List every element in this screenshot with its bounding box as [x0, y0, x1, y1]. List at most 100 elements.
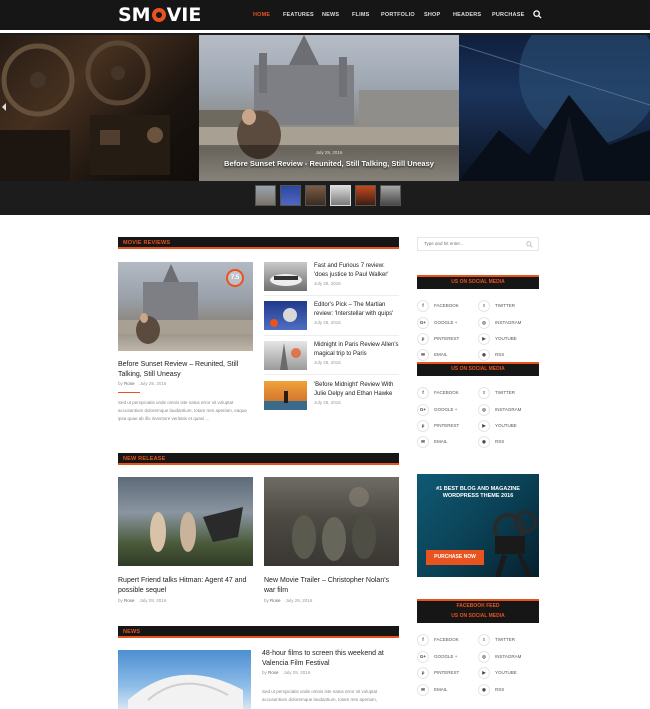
slider-thumb-3[interactable] [305, 185, 326, 206]
widget-subtitle: US ON SOCIAL MEDIA [451, 613, 505, 619]
social-label: FACEBOOK [434, 390, 459, 395]
review-date-2: July 29, 2016 [314, 320, 341, 325]
nav-features[interactable]: FEATURES [283, 12, 314, 18]
top-navigation-bar: SM VIE HOME FEATURES NEWS FLIMS PORTFOLIO… [0, 0, 650, 30]
slide-film-projector[interactable] [0, 35, 199, 181]
email-icon: ✉ [417, 436, 429, 448]
email-icon: ✉ [417, 684, 429, 696]
new-release-meta-2: by Rose July 29, 2016 [264, 598, 313, 603]
hero-slider: July 29, 2016 Before Sunset Review - Reu… [0, 33, 650, 215]
purchase-now-button[interactable]: PURCHASE NOW [426, 550, 484, 565]
section-title: NEW RELEASE [123, 456, 166, 462]
search-icon[interactable] [526, 241, 533, 248]
author-name[interactable]: Rose [268, 670, 279, 675]
meta-divider [118, 392, 140, 393]
nav-headers[interactable]: HEADERS [453, 12, 481, 18]
review-date-3: July 29, 2016 [314, 360, 341, 365]
nav-flims[interactable]: FLIMS [352, 12, 370, 18]
featured-review-title[interactable]: Before Sunset Review – Reunited, Still T… [118, 360, 253, 380]
nav-news[interactable]: NEWS [322, 12, 339, 18]
review-title-1[interactable]: Fast and Furious 7 review: 'does justice… [314, 262, 399, 280]
slider-thumb-1[interactable] [255, 185, 276, 206]
news-image[interactable] [118, 650, 251, 709]
review-title-2[interactable]: Editor's Pick – The Martian review: 'Int… [314, 301, 399, 319]
search-icon[interactable] [533, 10, 542, 19]
slider-thumb-6[interactable] [380, 185, 401, 206]
instagram-icon: ◎ [478, 651, 490, 663]
new-release-image-2[interactable] [264, 477, 399, 566]
post-date: July 29, 2016 [139, 381, 167, 386]
social-label: FACEBOOK [434, 303, 459, 308]
post-date: July 29, 2016 [139, 598, 167, 603]
youtube-icon: ▶ [478, 420, 490, 432]
pinterest-icon: p [417, 420, 429, 432]
slider-thumb-2[interactable] [280, 185, 301, 206]
news-title[interactable]: 48-hour films to screen this weekend at … [262, 649, 399, 669]
news-excerpt: Sed ut perspiciatis unde omnis iste natu… [262, 689, 378, 702]
social-label: INSTAGRAM [495, 654, 522, 659]
nav-portfolio[interactable]: PORTFOLIO [381, 12, 415, 18]
section-title: NEWS [123, 629, 141, 635]
review-title-3[interactable]: Midnight in Paris Review Allen's magical… [314, 341, 399, 359]
featured-review-excerpt: Sed ut perspiciatis unde omnis iste natu… [118, 400, 247, 421]
logo-text-left: SM [118, 4, 151, 26]
slider-thumb-5[interactable] [355, 185, 376, 206]
film-reel-icon [151, 8, 166, 22]
rss-icon: ◉ [478, 436, 490, 448]
slider-prev-arrow[interactable] [2, 103, 6, 111]
pinterest-icon: p [417, 667, 429, 679]
pinterest-icon: p [417, 333, 429, 345]
facebook-icon: f [417, 300, 429, 312]
slide-before-sunset[interactable]: July 29, 2016 Before Sunset Review - Reu… [199, 35, 459, 181]
review-date-1: July 29, 2016 [314, 281, 341, 286]
google-plus-icon: G+ [417, 317, 429, 329]
section-header-movie-reviews: MOVIE REVIEWS [118, 237, 399, 249]
post-date: July 29, 2016 [285, 598, 313, 603]
slider-thumbnails [255, 185, 401, 206]
social-label: YOUTUBE [495, 670, 517, 675]
new-release-title-1[interactable]: Rupert Friend talks Hitman: Agent 47 and… [118, 576, 253, 596]
logo-text-right: VIE [166, 4, 202, 26]
review-thumb-4[interactable] [264, 381, 307, 410]
rating-badge: 7.5 [226, 269, 244, 287]
social-label: TWITTER [495, 390, 515, 395]
social-label: GOOGLE + [434, 320, 458, 325]
widget-title: FACEBOOK FEED [456, 603, 500, 609]
widget-title: US ON SOCIAL MEDIA [451, 279, 505, 285]
slide-date: July 29, 2016 [315, 150, 343, 155]
nav-purchase[interactable]: PURCHASE [492, 12, 524, 18]
section-header-news: NEWS [118, 626, 399, 638]
site-logo[interactable]: SM VIE [118, 4, 201, 26]
sidebar-search-input[interactable] [424, 241, 524, 246]
youtube-icon: ▶ [478, 333, 490, 345]
slider-thumb-4[interactable] [330, 185, 351, 206]
social-label: TWITTER [495, 303, 515, 308]
social-label: EMAIL [434, 439, 448, 444]
social-label: YOUTUBE [495, 423, 517, 428]
nav-shop[interactable]: SHOP [424, 12, 440, 18]
author-name[interactable]: Rose [124, 381, 135, 386]
review-title-4[interactable]: 'Before Midnight' Review With Julie Delp… [314, 381, 399, 399]
promo-banner[interactable]: #1 BEST BLOG AND MAGAZINE WORDPRESS THEM… [417, 474, 539, 577]
review-thumb-2[interactable] [264, 301, 307, 330]
section-title: MOVIE REVIEWS [123, 240, 171, 246]
social-label: GOOGLE + [434, 654, 458, 659]
social-label: RSS [495, 352, 505, 357]
slide-title[interactable]: Before Sunset Review - Reunited, Still T… [199, 159, 459, 168]
new-release-title-2[interactable]: New Movie Trailer – Christopher Nolan's … [264, 576, 399, 596]
nav-home[interactable]: HOME [253, 12, 270, 18]
email-icon: ✉ [417, 349, 429, 361]
review-date-4: July 29, 2016 [314, 400, 341, 405]
author-prefix: by [118, 381, 123, 386]
review-thumb-3[interactable] [264, 341, 307, 370]
new-release-image-1[interactable] [118, 477, 253, 566]
promo-headline: #1 BEST BLOG AND MAGAZINE [436, 486, 520, 492]
author-name[interactable]: Rose [270, 598, 281, 603]
featured-review-meta: by Rose July 29, 2016 [118, 381, 166, 386]
list-divider [264, 374, 399, 375]
facebook-icon: f [417, 634, 429, 646]
slide-planet-landscape[interactable] [459, 35, 650, 181]
review-thumb-1[interactable] [264, 262, 307, 291]
rss-icon: ◉ [478, 349, 490, 361]
author-name[interactable]: Rose [124, 598, 135, 603]
